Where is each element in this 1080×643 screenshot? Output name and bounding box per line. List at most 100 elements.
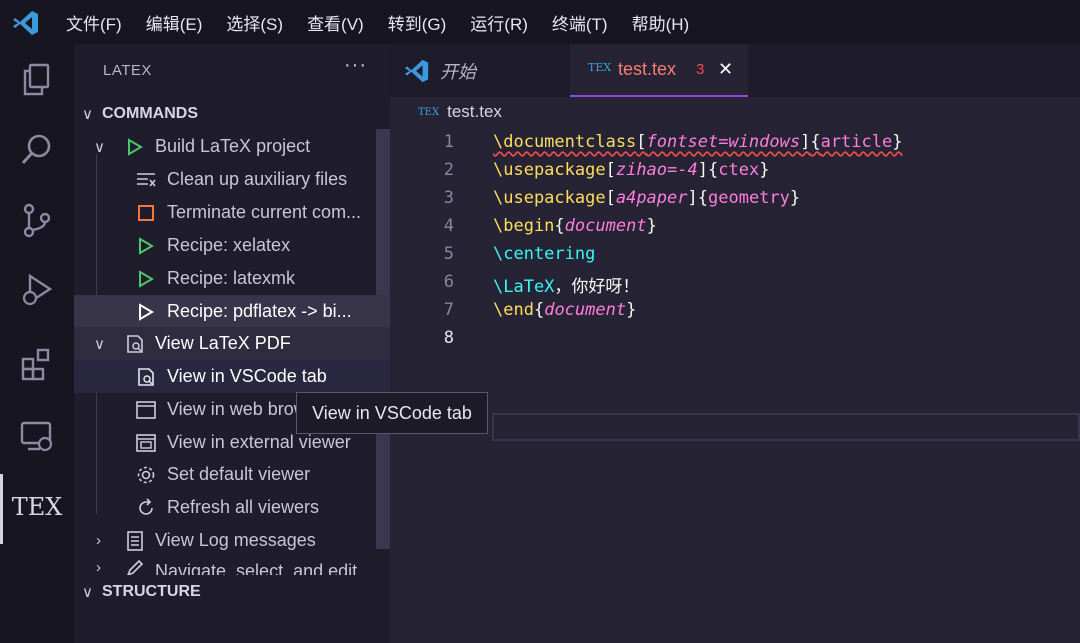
token-bracket: } <box>789 188 801 208</box>
token-bracket: [ <box>605 188 616 208</box>
open-preview-icon <box>124 333 146 355</box>
tree-item-label: Recipe: pdflatex -> bi... <box>167 301 352 321</box>
tex-file-icon: TEX <box>418 106 440 118</box>
explorer-icon[interactable] <box>15 58 59 102</box>
structure-section-header[interactable]: ∨ STRUCTURE <box>74 575 390 608</box>
token-keyword: \usepackage <box>493 160 606 180</box>
line-number: 4 <box>443 216 454 236</box>
tree-item-label: View LaTeX PDF <box>155 333 291 353</box>
code-line[interactable]: 8 <box>390 328 1080 356</box>
active-indicator <box>0 474 3 544</box>
line-number: 1 <box>443 132 454 152</box>
structure-header-label: STRUCTURE <box>102 582 201 600</box>
token-bracket: { <box>697 188 708 208</box>
refresh-icon <box>135 497 157 519</box>
tree-item-navigate-select-edit[interactable]: › Navigate, select, and edit <box>74 557 390 577</box>
tree-item-label: View in external viewer <box>167 432 351 452</box>
remote-explorer-icon[interactable] <box>15 414 59 458</box>
token-argument: article <box>820 132 893 152</box>
menu-selection[interactable]: 选择(S) <box>226 10 283 35</box>
menu-view[interactable]: 查看(V) <box>307 10 364 35</box>
tree-item-refresh-all-viewers[interactable]: Refresh all viewers <box>74 491 390 524</box>
menu-edit[interactable]: 编辑(E) <box>146 10 203 35</box>
open-preview-icon <box>135 366 157 388</box>
token-argument: document <box>564 216 647 236</box>
token-bracket: [ <box>605 160 616 180</box>
code-line[interactable]: 3 \usepackage[a4paper]{geometry} <box>390 188 1080 216</box>
commands-section-header[interactable]: ∨ COMMANDS <box>74 97 390 130</box>
line-number: 2 <box>443 160 454 180</box>
breadcrumb-file[interactable]: test.tex <box>447 102 502 122</box>
token-bracket: { <box>533 300 545 320</box>
tree-item-recipe-xelatex[interactable]: Recipe: xelatex <box>74 229 390 262</box>
menu-terminal[interactable]: 终端(T) <box>552 10 608 35</box>
code-line[interactable]: 7 \end{document} <box>390 300 1080 328</box>
close-icon[interactable]: ✕ <box>718 59 733 80</box>
line-number: 8 <box>443 328 454 348</box>
menu-help[interactable]: 帮助(H) <box>632 10 690 35</box>
menu-file[interactable]: 文件(F) <box>66 10 122 35</box>
tree-item-label: Refresh all viewers <box>167 497 320 517</box>
token-command: \centering <box>493 244 596 264</box>
tree-item-view-in-vscode-tab[interactable]: View in VSCode tab <box>74 360 390 393</box>
tooltip: View in VSCode tab <box>296 392 488 434</box>
chevron-down-icon: ∨ <box>82 583 93 601</box>
log-file-icon <box>124 530 146 552</box>
activity-bar: TEX <box>0 44 74 643</box>
token-argument: document <box>544 300 627 320</box>
menu-run[interactable]: 运行(R) <box>470 10 528 35</box>
more-actions-icon[interactable]: ··· <box>344 54 367 77</box>
line-number: 6 <box>443 272 454 292</box>
tex-label: TEX <box>11 493 63 521</box>
code-line[interactable]: 5 \centering <box>390 244 1080 272</box>
tree-item-label: Terminate current com... <box>167 202 362 222</box>
tree-item-label: Set default viewer <box>167 464 311 484</box>
breadcrumb[interactable]: TEX test.tex <box>418 102 502 122</box>
token-option: zihao=-4 <box>615 160 698 180</box>
tree-item-label: Build LaTeX project <box>155 136 311 156</box>
tab-start-label: 开始 <box>440 61 476 82</box>
tree-item-label: View in VSCode tab <box>167 366 327 386</box>
line-number: 3 <box>443 188 454 208</box>
search-icon[interactable] <box>15 128 59 172</box>
tree-item-recipe-latexmk[interactable]: Recipe: latexmk <box>74 262 390 295</box>
line-number: 5 <box>443 244 454 264</box>
tree-item-recipe-pdflatex[interactable]: Recipe: pdflatex -> bi... <box>74 295 390 328</box>
chevron-down-icon: ∨ <box>82 105 93 123</box>
code-line[interactable]: 2 \usepackage[zihao=-4]{ctex} <box>390 160 1080 188</box>
vscode-logo-icon <box>13 11 38 35</box>
tree-item-clean-aux[interactable]: Clean up auxiliary files <box>74 163 390 196</box>
tree-item-view-log-messages[interactable]: › View Log messages <box>74 524 390 557</box>
tree-item-build-latex-project[interactable]: ∨ Build LaTeX project <box>74 130 390 163</box>
tree-item-label: Clean up auxiliary files <box>167 169 348 189</box>
token-keyword: \end <box>493 300 534 320</box>
tab-start[interactable]: 开始 <box>390 44 570 97</box>
latex-sidebar: LATEX ··· ∨ COMMANDS ∨ Build LaTeX proje… <box>74 44 390 643</box>
token-command: \LaTeX <box>493 277 555 297</box>
token-bracket: } <box>892 132 903 152</box>
tree-item-set-default-viewer[interactable]: Set default viewer <box>74 458 390 491</box>
code-line[interactable]: 6 \LaTeX，你好呀！ <box>390 272 1080 300</box>
vscode-logo-icon <box>404 59 429 83</box>
code-line[interactable]: 4 \begin{document} <box>390 216 1080 244</box>
run-debug-icon[interactable] <box>15 268 59 312</box>
menu-go[interactable]: 转到(G) <box>388 10 447 35</box>
tex-file-icon: TEX <box>588 61 612 74</box>
chevron-right-icon: › <box>96 532 101 549</box>
tree-item-view-latex-pdf[interactable]: ∨ View LaTeX PDF <box>74 327 390 360</box>
tree-item-terminate[interactable]: Terminate current com... <box>74 196 390 229</box>
tree-item-label: Recipe: xelatex <box>167 235 291 255</box>
token-bracket: } <box>759 160 770 180</box>
extensions-icon[interactable] <box>15 342 59 386</box>
source-control-icon[interactable] <box>15 198 59 242</box>
token-keyword: \begin <box>493 216 555 236</box>
tab-test-tex[interactable]: TEX test.tex 3 ✕ <box>570 44 748 97</box>
chevron-right-icon: › <box>96 559 101 576</box>
token-bracket: { <box>810 132 821 152</box>
token-bracket: [ <box>636 132 647 152</box>
commands-header-label: COMMANDS <box>102 104 198 122</box>
browser-icon <box>135 399 157 421</box>
current-line-highlight <box>492 413 1080 441</box>
tex-icon[interactable]: TEX <box>12 485 63 529</box>
code-line[interactable]: 1 \documentclass[fontset=windows]{articl… <box>390 132 1080 160</box>
